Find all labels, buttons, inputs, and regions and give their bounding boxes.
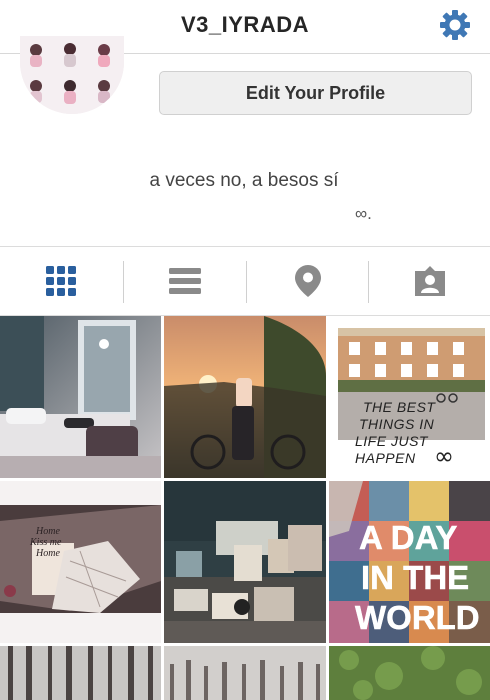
post-thumbnail[interactable]: THE BEST THINGS IN LIFE JUST HAPPEN ∞ xyxy=(329,316,490,478)
gear-icon[interactable] xyxy=(438,8,472,42)
post-thumbnail[interactable] xyxy=(164,481,326,643)
bio-text-line2: ∞. xyxy=(355,204,372,223)
posts-grid: THE BEST THINGS IN LIFE JUST HAPPEN ∞ Ho… xyxy=(0,316,490,700)
tab-photo-map[interactable] xyxy=(247,247,369,315)
bio-text: a veces no, a besos sí xyxy=(149,170,339,191)
profile-avatar[interactable] xyxy=(20,36,124,114)
edit-profile-button[interactable]: Edit Your Profile xyxy=(159,71,472,115)
tab-tagged-photos[interactable] xyxy=(369,247,490,315)
profile-view-tabs xyxy=(0,246,490,316)
tab-grid-view[interactable] xyxy=(0,247,122,315)
post-thumbnail[interactable] xyxy=(0,646,161,700)
location-pin-icon xyxy=(295,265,321,297)
post-thumbnail[interactable] xyxy=(164,316,326,478)
post-thumbnail[interactable] xyxy=(329,646,490,700)
post-thumbnail[interactable] xyxy=(0,316,161,478)
post-thumbnail[interactable]: A DAY IN THE WORLD xyxy=(329,481,490,643)
username-title: V3_IYRADA xyxy=(181,12,309,37)
tagged-person-icon xyxy=(415,266,445,296)
post-thumbnail[interactable] xyxy=(164,646,326,700)
list-icon xyxy=(169,268,201,294)
grid-icon xyxy=(46,266,76,296)
tab-list-view[interactable] xyxy=(124,247,246,315)
infinity-symbol: ∞ xyxy=(434,442,454,470)
post-thumbnail[interactable]: Home Kiss me Home xyxy=(0,481,161,643)
post-title-text: A DAY IN THE WORLD xyxy=(355,519,480,636)
